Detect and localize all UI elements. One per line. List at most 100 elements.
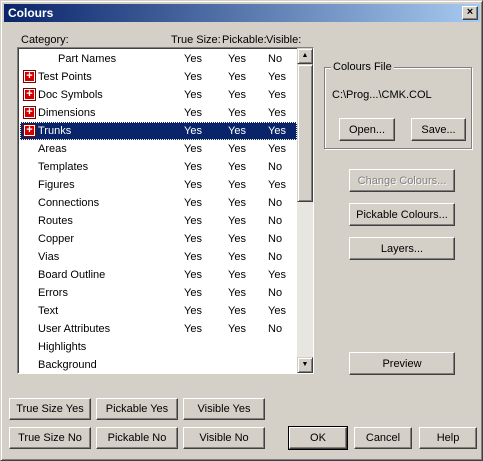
expand-plus-icon[interactable]: +	[23, 70, 36, 83]
list-item[interactable]: Errors Yes Yes No	[20, 284, 297, 302]
pickable-colours-label: Pickable Colours...	[356, 208, 448, 221]
visible-value: Yes	[268, 143, 286, 155]
pickable-value: Yes	[228, 179, 246, 191]
list-item[interactable]: Highlights	[20, 338, 297, 356]
change-colours-button[interactable]: Change Colours...	[349, 169, 455, 192]
pickable-value: Yes	[228, 269, 246, 281]
category-name: Doc Symbols	[38, 89, 103, 101]
list-item[interactable]: Templates Yes Yes No	[20, 158, 297, 176]
true-size-value: Yes	[184, 53, 202, 65]
list-item[interactable]: Figures Yes Yes Yes	[20, 176, 297, 194]
pickable-value: Yes	[228, 53, 246, 65]
category-name: Board Outline	[38, 269, 106, 281]
list-item[interactable]: + Trunks Yes Yes Yes	[20, 122, 297, 140]
true-size-value: Yes	[184, 305, 202, 317]
category-name: Templates	[38, 161, 89, 173]
help-button[interactable]: Help	[419, 427, 477, 449]
window-title: Colours	[8, 6, 54, 20]
list-item[interactable]: Areas Yes Yes Yes	[20, 140, 297, 158]
pickable-yes-button[interactable]: Pickable Yes	[96, 398, 178, 420]
expand-plus-icon[interactable]: +	[23, 124, 36, 137]
category-name: Text	[38, 305, 59, 317]
visible-value: No	[268, 323, 283, 335]
visible-value: No	[268, 53, 283, 65]
list-item[interactable]: + Dimensions Yes Yes Yes	[20, 104, 297, 122]
visible-yes-label: Visible Yes	[197, 403, 251, 415]
cancel-label: Cancel	[365, 432, 401, 444]
visible-value: No	[268, 161, 283, 173]
category-name: Errors	[38, 287, 68, 299]
expand-plus-icon[interactable]: +	[23, 88, 36, 101]
list-item[interactable]: Background	[20, 356, 297, 373]
layers-label: Layers...	[380, 242, 424, 255]
ok-button[interactable]: OK	[288, 426, 348, 450]
category-name: Copper	[38, 233, 75, 245]
list-item[interactable]: Vias Yes Yes No	[20, 248, 297, 266]
visible-no-button[interactable]: Visible No	[183, 427, 265, 449]
visible-yes-button[interactable]: Visible Yes	[183, 398, 265, 420]
list-item[interactable]: Board Outline Yes Yes Yes	[20, 266, 297, 284]
save-button-label: Save...	[421, 123, 456, 136]
colours-dialog: Colours × Category: True Size: Pickable:…	[0, 0, 483, 461]
scroll-up-button[interactable]: ▲	[297, 48, 313, 64]
pickable-value: Yes	[228, 161, 246, 173]
expand-plus-icon[interactable]: +	[23, 106, 36, 119]
visible-value: Yes	[268, 269, 286, 281]
category-name: Areas	[38, 143, 67, 155]
open-button[interactable]: Open...	[339, 118, 395, 141]
help-label: Help	[436, 432, 460, 444]
true-size-yes-button[interactable]: True Size Yes	[9, 398, 91, 420]
list-item[interactable]: + Test Points Yes Yes Yes	[20, 68, 297, 86]
true-size-value: Yes	[184, 161, 202, 173]
true-size-value: Yes	[184, 125, 202, 137]
scroll-down-button[interactable]: ▼	[297, 357, 313, 373]
category-name: Highlights	[38, 341, 87, 353]
visible-value: Yes	[268, 71, 286, 83]
category-name: Background	[38, 359, 97, 371]
colours-file-label: Colours File	[331, 61, 394, 73]
pickable-yes-label: Pickable Yes	[105, 403, 169, 415]
title-bar[interactable]: Colours ×	[4, 4, 480, 22]
pickable-colours-button[interactable]: Pickable Colours...	[349, 203, 455, 226]
list-item[interactable]: Part Names Yes Yes No	[20, 50, 297, 68]
pickable-value: Yes	[228, 287, 246, 299]
category-name: Figures	[38, 179, 75, 191]
list-item[interactable]: User Attributes Yes Yes No	[20, 320, 297, 338]
cancel-button[interactable]: Cancel	[354, 427, 412, 449]
vertical-scrollbar[interactable]: ▲ ▼	[297, 48, 313, 373]
change-colours-label: Change Colours...	[357, 174, 447, 187]
ok-label: OK	[310, 432, 326, 444]
close-icon: ×	[466, 6, 474, 18]
category-name: Test Points	[38, 71, 92, 83]
visible-value: Yes	[268, 107, 286, 119]
save-button[interactable]: Save...	[411, 118, 466, 141]
true-size-no-label: True Size No	[18, 432, 82, 444]
close-button[interactable]: ×	[462, 6, 478, 20]
list-item[interactable]: Routes Yes Yes No	[20, 212, 297, 230]
pickable-value: Yes	[228, 251, 246, 263]
visible-no-label: Visible No	[199, 432, 249, 444]
true-size-value: Yes	[184, 107, 202, 119]
pickable-no-button[interactable]: Pickable No	[96, 427, 178, 449]
layers-button[interactable]: Layers...	[349, 237, 455, 260]
pickable-value: Yes	[228, 107, 246, 119]
list-item[interactable]: Connections Yes Yes No	[20, 194, 297, 212]
true-size-header: True Size:	[171, 34, 221, 46]
pickable-value: Yes	[228, 89, 246, 101]
preview-button[interactable]: Preview	[349, 352, 455, 375]
visible-value: No	[268, 251, 283, 263]
category-name: Part Names	[58, 53, 117, 65]
true-size-no-button[interactable]: True Size No	[9, 427, 91, 449]
list-item[interactable]: Copper Yes Yes No	[20, 230, 297, 248]
true-size-value: Yes	[184, 89, 202, 101]
true-size-value: Yes	[184, 233, 202, 245]
category-rows: Part Names Yes Yes No + Test Points Yes Yes Yes +…	[20, 50, 297, 373]
pickable-value: Yes	[228, 323, 246, 335]
category-list[interactable]: Part Names Yes Yes No + Test Points Yes Yes Yes +…	[17, 47, 314, 374]
list-item[interactable]: + Doc Symbols Yes Yes Yes	[20, 86, 297, 104]
category-name: Trunks	[38, 125, 72, 137]
true-size-value: Yes	[184, 323, 202, 335]
category-header: Category:	[21, 34, 69, 46]
list-item[interactable]: Text Yes Yes Yes	[20, 302, 297, 320]
scroll-thumb[interactable]	[297, 64, 313, 202]
